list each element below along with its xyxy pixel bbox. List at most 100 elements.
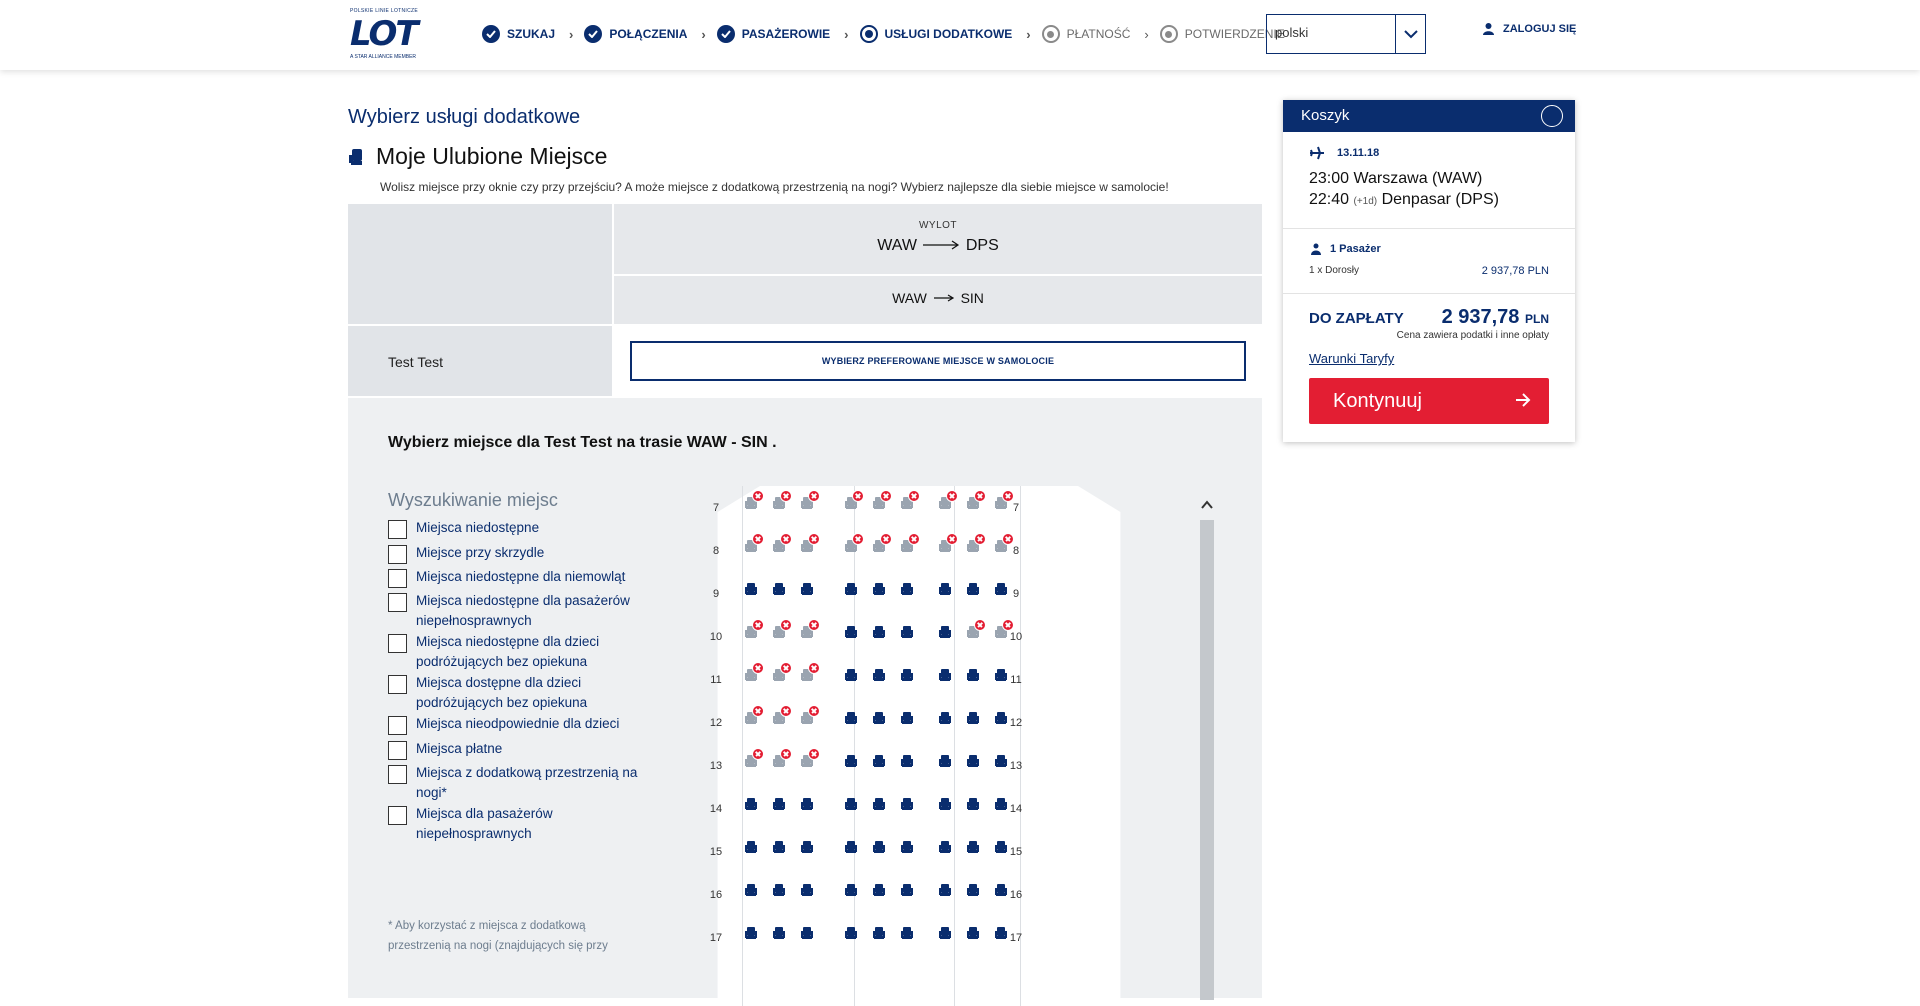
seat-available[interactable] — [836, 875, 866, 915]
seat-available[interactable] — [958, 832, 988, 872]
seat-available[interactable] — [736, 574, 766, 614]
seat-available[interactable] — [764, 918, 794, 958]
filter-checkbox[interactable] — [388, 741, 407, 760]
seat-available[interactable] — [736, 918, 766, 958]
seat-available[interactable] — [930, 617, 960, 657]
filter-checkbox[interactable] — [388, 716, 407, 735]
step-2[interactable]: POŁĄCZENIA › — [584, 25, 716, 43]
filter-checkbox[interactable] — [388, 634, 407, 653]
seat-available[interactable] — [864, 746, 894, 786]
seat-available[interactable] — [764, 789, 794, 829]
chevron-down-icon[interactable] — [1395, 15, 1425, 53]
seat-available[interactable] — [836, 832, 866, 872]
seat-available[interactable] — [958, 703, 988, 743]
seat-available[interactable] — [792, 789, 822, 829]
step-3[interactable]: PASAŻEROWIE › — [716, 25, 860, 43]
seat-available[interactable] — [986, 875, 1016, 915]
filter-option[interactable]: Miejsce przy skrzydle — [388, 543, 638, 564]
seat-available[interactable] — [930, 746, 960, 786]
seat-available[interactable] — [836, 789, 866, 829]
seat-available[interactable] — [930, 832, 960, 872]
filter-checkbox[interactable] — [388, 569, 407, 588]
seat-available[interactable] — [986, 789, 1016, 829]
seat-available[interactable] — [892, 746, 922, 786]
seat-available[interactable] — [836, 617, 866, 657]
filter-checkbox[interactable] — [388, 765, 407, 784]
seat-available[interactable] — [958, 660, 988, 700]
seat-available[interactable] — [836, 746, 866, 786]
seat-available[interactable] — [958, 918, 988, 958]
filter-option[interactable]: Miejsca niedostępne dla pasażerów niepeł… — [388, 591, 638, 631]
seat-available[interactable] — [892, 875, 922, 915]
seat-available[interactable] — [986, 918, 1016, 958]
filter-option[interactable]: Miejsca niedostępne dla dzieci podróżują… — [388, 632, 638, 672]
seat-available[interactable] — [836, 918, 866, 958]
seat-available[interactable] — [958, 574, 988, 614]
seat-available[interactable] — [986, 660, 1016, 700]
seat-available[interactable] — [764, 832, 794, 872]
filter-checkbox[interactable] — [388, 545, 407, 564]
seat-available[interactable] — [958, 746, 988, 786]
seat-available[interactable] — [986, 703, 1016, 743]
seat-available[interactable] — [892, 660, 922, 700]
seat-available[interactable] — [764, 875, 794, 915]
filter-option[interactable]: Miejsca niedostępne — [388, 518, 638, 539]
segment-tab[interactable]: WAW SIN — [612, 276, 1262, 324]
seat-available[interactable] — [930, 875, 960, 915]
seat-available[interactable] — [792, 832, 822, 872]
seat-available[interactable] — [864, 832, 894, 872]
seat-available[interactable] — [864, 617, 894, 657]
seatmap-scrollbar[interactable] — [1200, 498, 1214, 1000]
seat-available[interactable] — [836, 703, 866, 743]
seat-available[interactable] — [892, 918, 922, 958]
seat-available[interactable] — [958, 789, 988, 829]
seat-available[interactable] — [986, 574, 1016, 614]
filter-option[interactable]: Miejsca dla pasażerów niepełnosprawnych — [388, 804, 638, 844]
seat-available[interactable] — [892, 574, 922, 614]
chevron-up-icon[interactable] — [1200, 498, 1214, 512]
seat-available[interactable] — [892, 832, 922, 872]
seat-available[interactable] — [958, 875, 988, 915]
seat-available[interactable] — [792, 574, 822, 614]
seat-available[interactable] — [892, 789, 922, 829]
filter-option[interactable]: Miejsca z dodatkową przestrzenią na nogi… — [388, 763, 638, 803]
fare-terms-link[interactable]: Warunki Taryfy — [1309, 351, 1549, 366]
seat-available[interactable] — [836, 574, 866, 614]
seat-available[interactable] — [736, 875, 766, 915]
scrollbar-thumb[interactable] — [1200, 520, 1214, 1000]
seat-available[interactable] — [930, 574, 960, 614]
filter-checkbox[interactable] — [388, 593, 407, 612]
seat-available[interactable] — [864, 703, 894, 743]
seat-available[interactable] — [864, 660, 894, 700]
seat-available[interactable] — [864, 918, 894, 958]
seat-available[interactable] — [986, 746, 1016, 786]
filter-checkbox[interactable] — [388, 806, 407, 825]
filter-option[interactable]: Miejsca dostępne dla dzieci podróżującyc… — [388, 673, 638, 713]
step-1[interactable]: SZUKAJ › — [482, 25, 584, 43]
seat-available[interactable] — [930, 660, 960, 700]
continue-button[interactable]: Kontynuuj — [1309, 378, 1549, 424]
seat-available[interactable] — [930, 918, 960, 958]
seat-available[interactable] — [736, 832, 766, 872]
seat-available[interactable] — [892, 617, 922, 657]
seat-available[interactable] — [864, 789, 894, 829]
seat-available[interactable] — [836, 660, 866, 700]
login-link[interactable]: ZALOGUJ SIĘ — [1482, 22, 1576, 35]
filter-option[interactable]: Miejsca niedostępne dla niemowląt — [388, 567, 638, 588]
filter-checkbox[interactable] — [388, 675, 407, 694]
seat-available[interactable] — [792, 875, 822, 915]
seat-available[interactable] — [930, 789, 960, 829]
preferred-seat-button[interactable]: WYBIERZ PREFEROWANE MIEJSCE W SAMOLOCIE — [630, 341, 1246, 381]
lot-logo[interactable]: POLSKIE LINIE LOTNICZE LOT A STAR ALLIAN… — [348, 8, 436, 64]
seat-available[interactable] — [986, 832, 1016, 872]
seat-available[interactable] — [764, 574, 794, 614]
seat-available[interactable] — [892, 703, 922, 743]
seat-available[interactable] — [864, 875, 894, 915]
filter-option[interactable]: Miejsca nieodpowiednie dla dzieci — [388, 714, 638, 735]
seat-available[interactable] — [792, 918, 822, 958]
seat-available[interactable] — [864, 574, 894, 614]
filter-checkbox[interactable] — [388, 520, 407, 539]
filter-option[interactable]: Miejsca płatne — [388, 739, 638, 760]
language-select[interactable]: polski — [1266, 14, 1426, 54]
seat-available[interactable] — [736, 789, 766, 829]
